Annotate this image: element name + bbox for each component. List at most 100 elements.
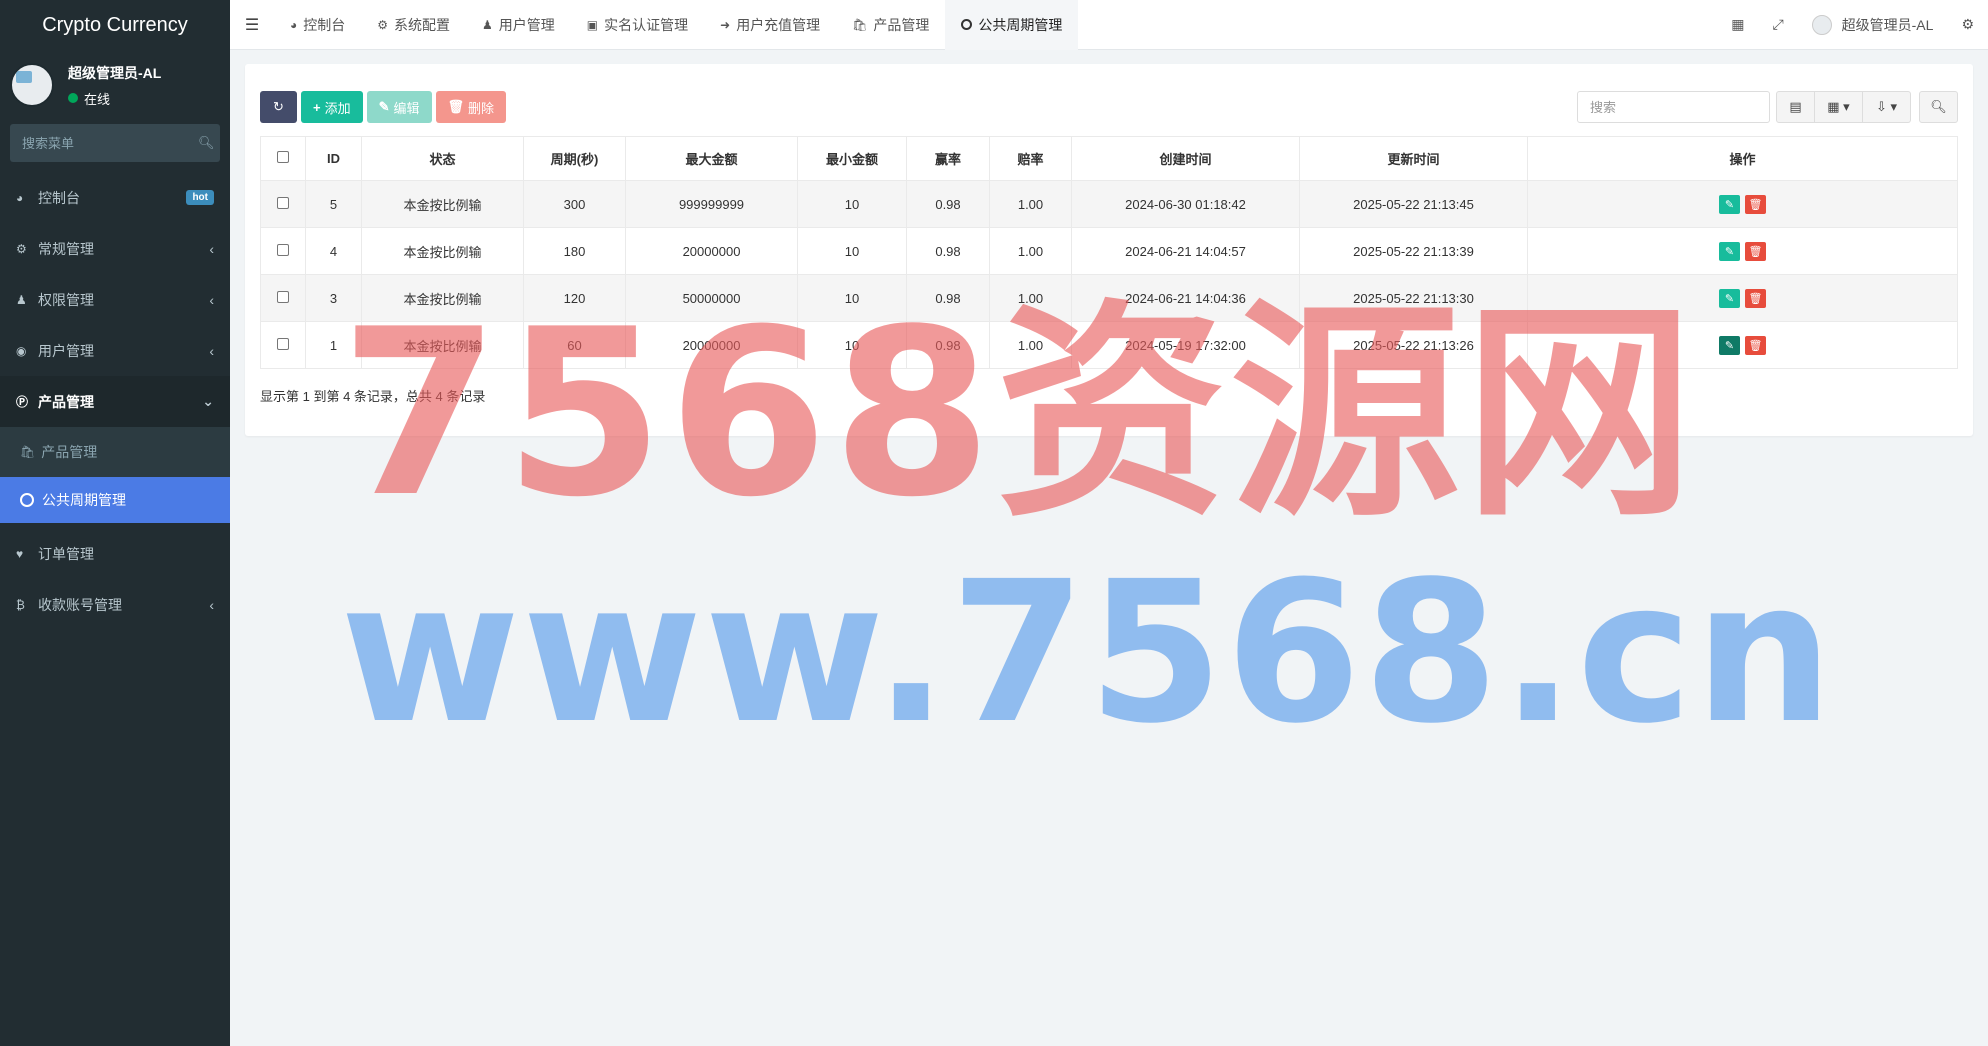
row-checkbox-cell xyxy=(260,321,306,369)
table-icon: ▤ xyxy=(1789,99,1802,114)
row-edit-pencil-icon[interactable]: ✎ xyxy=(1719,241,1740,261)
sidebar: Crypto Currency 超级管理员-AL 在线 🔍︎ ◕ 控制台 hot… xyxy=(0,0,230,1046)
cell-odds: 1.00 xyxy=(989,180,1072,228)
cell-min: 10 xyxy=(797,180,907,228)
row-edit-pencil-icon[interactable]: ✎ xyxy=(1719,335,1740,355)
sidebar-item-dashboard[interactable]: ◕ 控制台 hot xyxy=(0,172,230,223)
table-row[interactable]: 5 本金按比例输 300 999999999 10 0.98 1.00 2024… xyxy=(260,180,1958,228)
menu-search: 🔍︎ xyxy=(10,124,220,162)
row-checkbox[interactable] xyxy=(277,243,289,256)
user-circle-icon: ◉ xyxy=(16,343,27,358)
row-edit-pencil-icon[interactable]: ✎ xyxy=(1719,288,1740,308)
cell-max: 20000000 xyxy=(625,227,798,275)
chevron-left-icon: ‹ xyxy=(209,240,214,257)
translate-icon[interactable]: ▦ xyxy=(1717,16,1758,33)
cell-period: 300 xyxy=(523,180,626,228)
pencil-icon: ✎ xyxy=(378,99,390,114)
column-header[interactable]: 创建时间 xyxy=(1071,136,1300,181)
shopping-bag-icon: 🛍︎ xyxy=(852,17,868,32)
common-search-button[interactable]: 🔍︎ xyxy=(1919,91,1958,123)
column-header[interactable]: 赔率 xyxy=(989,136,1072,181)
cell-actions: ✎ 🗑︎ xyxy=(1527,227,1958,275)
cell-created: 2024-06-21 14:04:57 xyxy=(1071,227,1300,275)
sidebar-item-permission[interactable]: ♟ 权限管理 ‹ xyxy=(0,274,230,325)
cogs-icon: ⚙ xyxy=(377,17,389,32)
circle-icon xyxy=(961,19,973,30)
row-delete-trash-icon[interactable]: 🗑︎ xyxy=(1745,335,1766,355)
column-header[interactable]: 最小金额 xyxy=(797,136,907,181)
cell-updated: 2025-05-22 21:13:39 xyxy=(1299,227,1528,275)
watermark-text-secondary: www.7568.cn xyxy=(340,539,1836,766)
column-header[interactable]: ID xyxy=(305,136,362,181)
row-edit-pencil-icon[interactable]: ✎ xyxy=(1719,194,1740,214)
row-delete-trash-icon[interactable]: 🗑︎ xyxy=(1745,194,1766,214)
column-header[interactable]: 更新时间 xyxy=(1299,136,1528,181)
dashboard-icon: ◕ xyxy=(290,17,298,32)
row-checkbox[interactable] xyxy=(277,290,289,303)
sidebar-item-orders[interactable]: ♥ 订单管理 xyxy=(0,528,230,579)
row-checkbox-cell xyxy=(260,227,306,275)
tab-system-config[interactable]: ⚙ 系统配置 xyxy=(361,0,466,50)
row-delete-trash-icon[interactable]: 🗑︎ xyxy=(1745,288,1766,308)
trash-icon: 🗑︎ xyxy=(447,99,465,114)
online-dot-icon xyxy=(68,93,78,103)
avatar xyxy=(10,63,54,107)
tab-products[interactable]: 🛍︎ 产品管理 xyxy=(836,0,945,50)
fullscreen-icon[interactable]: ⤢ xyxy=(1758,16,1797,33)
admin-menu[interactable]: 超级管理员-AL xyxy=(1798,14,1948,35)
column-header[interactable]: 最大金额 xyxy=(625,136,798,181)
table-header-row: ID 状态 周期(秒) 最大金额 最小金额 赢率 赔率 创建时间 更新时间 操作 xyxy=(260,136,1958,181)
top-right-tools: ▦ ⤢ 超级管理员-AL ⚙ xyxy=(1717,0,1988,50)
cell-min: 10 xyxy=(797,227,907,275)
refresh-button[interactable]: ↻ xyxy=(260,91,297,123)
chevron-left-icon: ‹ xyxy=(209,291,214,308)
delete-button[interactable]: 🗑︎ 删除 xyxy=(435,91,507,123)
user-name: 超级管理员-AL xyxy=(68,64,162,81)
cell-win: 0.98 xyxy=(906,227,990,275)
menu-toggle-icon[interactable]: ☰ xyxy=(230,15,274,35)
cell-status: 本金按比例输 xyxy=(361,180,524,228)
chevron-left-icon: ‹ xyxy=(209,342,214,359)
settings-gear-icon[interactable]: ⚙ xyxy=(1947,16,1988,33)
nav-tabs: ◕ 控制台 ⚙ 系统配置 ♟ 用户管理 ▣ 实名认证管理 ➜ 用户充值管理 🛍︎ 产品管理 … xyxy=(274,0,1079,50)
brand-title[interactable]: Crypto Currency xyxy=(0,0,230,50)
tab-cycle[interactable]: 公共周期管理 xyxy=(945,0,1079,50)
tab-recharge[interactable]: ➜ 用户充值管理 xyxy=(704,0,836,50)
sidebar-subitem-cycle[interactable]: 公共周期管理 xyxy=(0,477,230,523)
cell-created: 2024-06-30 01:18:42 xyxy=(1071,180,1300,228)
select-all-checkbox[interactable] xyxy=(277,151,289,163)
row-checkbox[interactable] xyxy=(277,196,289,209)
tab-verification[interactable]: ▣ 实名认证管理 xyxy=(571,0,704,50)
tab-dashboard[interactable]: ◕ 控制台 xyxy=(274,0,361,50)
edit-button[interactable]: ✎ 编辑 xyxy=(366,91,432,123)
shopping-bag-icon: 🛍︎ xyxy=(20,445,36,459)
column-header[interactable]: 状态 xyxy=(361,136,524,181)
tab-users[interactable]: ♟ 用户管理 xyxy=(466,0,571,50)
column-header[interactable]: 周期(秒) xyxy=(523,136,626,181)
toggle-view-button[interactable]: ▤ xyxy=(1776,91,1815,123)
columns-button[interactable]: ▦ ▾ xyxy=(1815,91,1863,123)
column-header[interactable]: 赢率 xyxy=(906,136,990,181)
user-panel: 超级管理员-AL 在线 xyxy=(0,50,230,120)
sidebar-item-products[interactable]: Ⓟ 产品管理 ⌄ xyxy=(0,376,230,427)
circle-icon xyxy=(20,493,34,507)
add-button[interactable]: + 添加 xyxy=(301,91,363,123)
export-button[interactable]: ⇩ ▾ xyxy=(1863,91,1911,123)
cell-period: 180 xyxy=(523,227,626,275)
row-delete-trash-icon[interactable]: 🗑︎ xyxy=(1745,241,1766,261)
heartbeat-icon: ♥ xyxy=(16,546,24,561)
sidebar-subitem-products[interactable]: 🛍︎ 产品管理 xyxy=(0,427,230,477)
sidebar-menu: ◕ 控制台 hot ⚙ 常规管理 ‹ ♟ 权限管理 ‹ ◉ 用户管理 ‹ Ⓟ 产… xyxy=(0,172,230,630)
search-input[interactable] xyxy=(1577,91,1770,123)
table-row[interactable]: 4 本金按比例输 180 20000000 10 0.98 1.00 2024-… xyxy=(260,227,1958,275)
row-checkbox[interactable] xyxy=(277,337,289,350)
sidebar-item-general[interactable]: ⚙ 常规管理 ‹ xyxy=(0,223,230,274)
cell-status: 本金按比例输 xyxy=(361,227,524,275)
online-status: 在线 xyxy=(68,89,161,108)
sign-in-icon: ➜ xyxy=(720,17,731,32)
menu-search-input[interactable] xyxy=(22,135,198,151)
search-icon[interactable]: 🔍︎ xyxy=(198,135,215,151)
sidebar-item-users[interactable]: ◉ 用户管理 ‹ xyxy=(0,325,230,376)
sidebar-item-accounts[interactable]: ₿ 收款账号管理 ‹ xyxy=(0,579,230,630)
cell-updated: 2025-05-22 21:13:45 xyxy=(1299,180,1528,228)
